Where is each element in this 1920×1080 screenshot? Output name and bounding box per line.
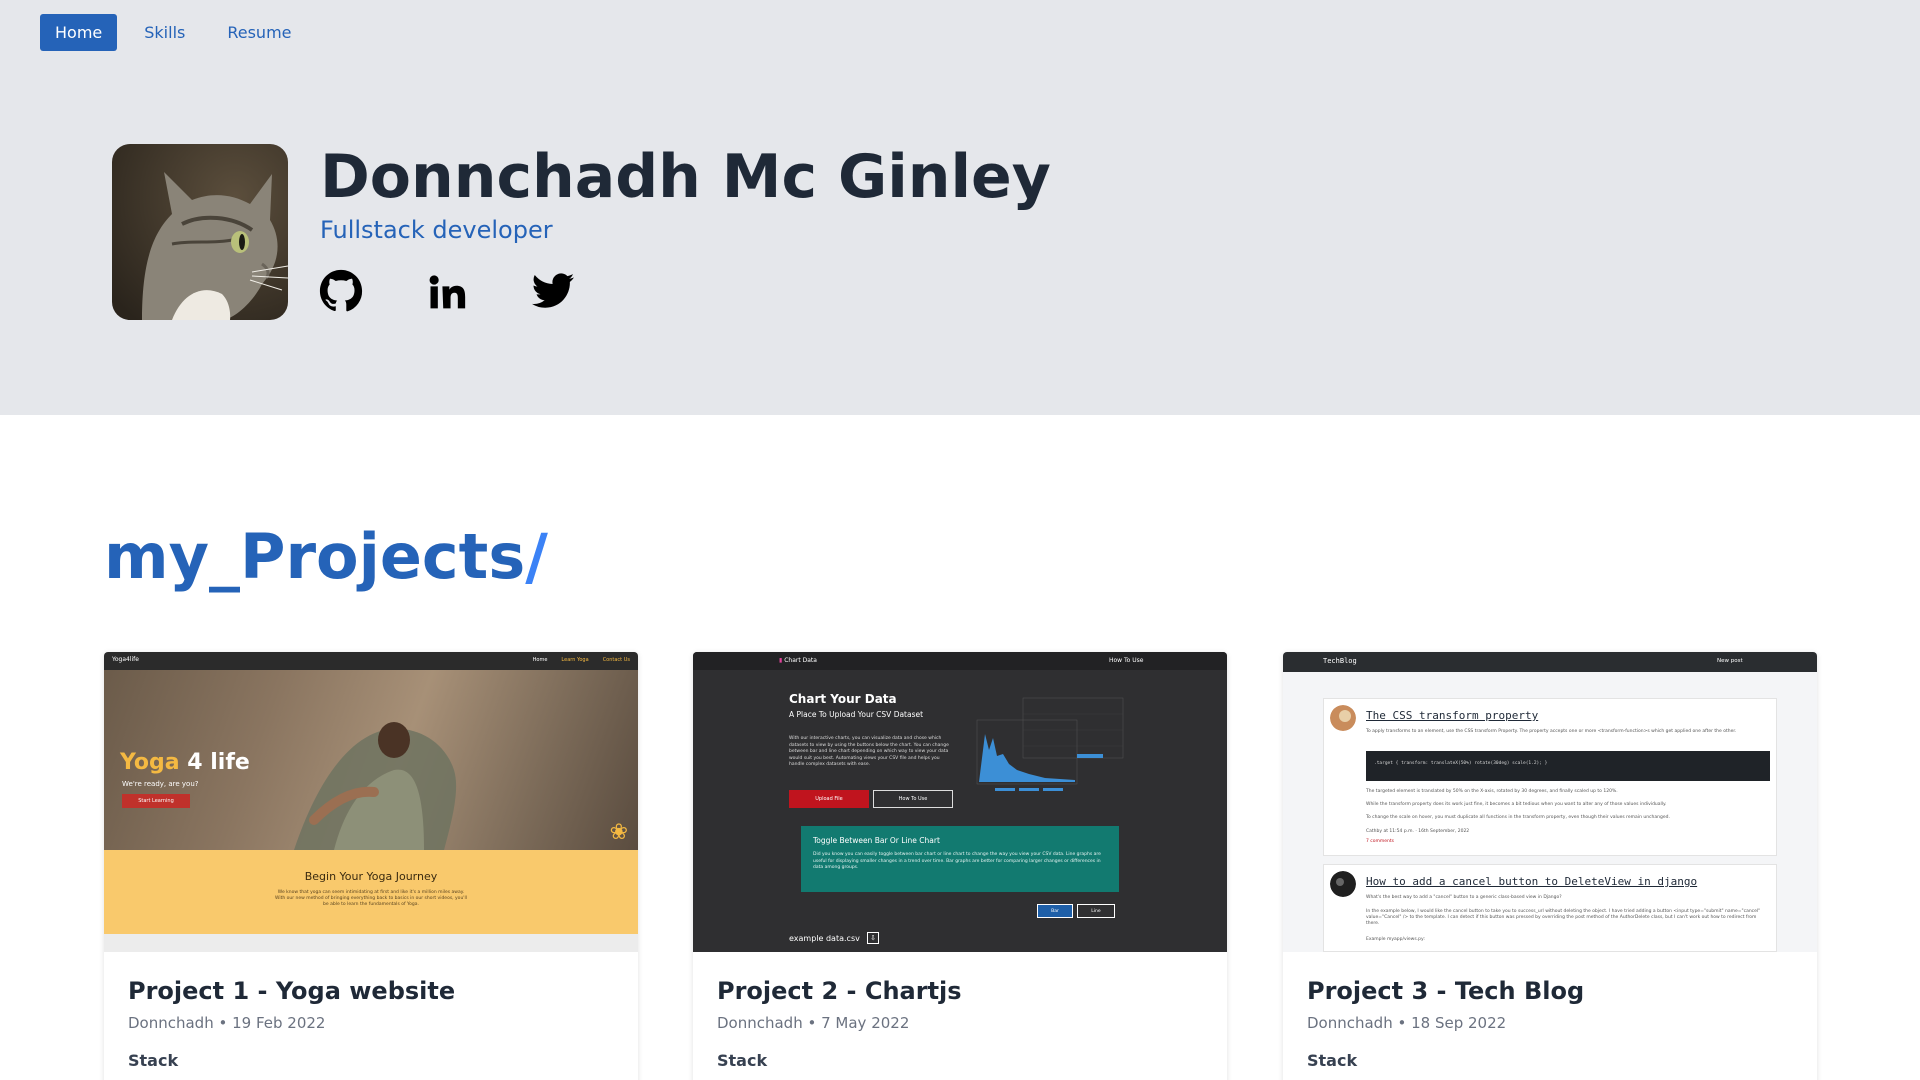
avatar (112, 144, 288, 320)
top-nav: Home Skills Resume (40, 14, 319, 51)
preview-post-comments: 7 comments (1366, 839, 1395, 844)
project-title[interactable]: Project 2 - Chartjs (717, 977, 962, 1005)
download-icon: ⇩ (867, 932, 879, 944)
preview-link: Home (532, 657, 548, 663)
project-title[interactable]: Project 3 - Tech Blog (1307, 977, 1584, 1005)
project-meta: Donnchadh • 18 Sep 2022 (1307, 1014, 1507, 1032)
preview-background (693, 652, 1227, 952)
preview-post-text: To change the scale on hover, you must d… (1366, 815, 1670, 820)
preview-example-file: example data.csv (789, 934, 860, 943)
project-meta: Donnchadh • 7 May 2022 (717, 1014, 910, 1032)
preview-yellow-section: Begin Your Yoga Journey We know that yog… (104, 850, 638, 934)
github-icon (319, 269, 363, 312)
preview-logo-text: Chart Data (784, 657, 817, 664)
preview-panel-text: Did you know you can easily toggle betwe… (813, 852, 1101, 870)
preview-post-text: In the example below, I would like the c… (1366, 909, 1761, 926)
project-thumbnail[interactable]: Yoga4life Home Learn Yoga Contact Us Yog… (104, 652, 638, 952)
preview-section-title: Begin Your Yoga Journey (304, 870, 438, 883)
projects-heading: my_Projects/ (104, 520, 548, 593)
twitter-icon (531, 273, 575, 308)
preview-subheading: We're ready, are you? (122, 780, 199, 788)
preview-navbar: ▮ Chart Data How To Use (693, 652, 1227, 670)
preview-logo: ▮ Chart Data (779, 657, 817, 664)
preview-logo: TechBlog (1323, 657, 1357, 665)
project-thumbnail[interactable]: TechBlog New post The CSS transform prop… (1283, 652, 1817, 952)
preview-navbar: Yoga4life Home Learn Yoga Contact Us (104, 652, 638, 670)
lotus-icon: ❀ (609, 820, 628, 845)
preview-code-line: .target { transform: translateX(50%) rot… (1374, 761, 1548, 766)
linkedin-link[interactable] (424, 268, 470, 314)
preview-footer-strip (104, 934, 638, 952)
preview-bar-button: Bar (1037, 904, 1073, 918)
preview-post-text: What's the best way to add a "cancel" bu… (1366, 895, 1562, 900)
preview-post-title: How to add a cancel button to DeleteView… (1366, 875, 1698, 888)
cat-avatar-image (112, 144, 288, 320)
project-card-techblog[interactable]: TechBlog New post The CSS transform prop… (1283, 652, 1817, 1080)
preview-panel-title: Toggle Between Bar Or Line Chart (813, 836, 940, 845)
preview-navbar: TechBlog New post (1283, 652, 1817, 672)
preview-post-text: To apply transforms to an element, use t… (1366, 729, 1737, 734)
preview-paragraph: With our interactive charts, you can vis… (789, 736, 949, 767)
nav-home-link[interactable]: Home (40, 14, 118, 51)
preview-post: The CSS transform property To apply tran… (1323, 698, 1777, 856)
preview-heading-rest: 4 life (179, 750, 250, 775)
preview-info-panel: Toggle Between Bar Or Line Chart Did you… (801, 826, 1119, 892)
linkedin-icon (429, 275, 466, 309)
profile-name: Donnchadh Mc Ginley (320, 142, 1051, 212)
project-thumbnail[interactable]: ▮ Chart Data How To Use Chart Your Data … (693, 652, 1227, 952)
preview-post-title: The CSS transform property (1366, 709, 1539, 722)
preview-code-block: .target { transform: translateX(50%) rot… (1366, 751, 1770, 781)
profile-role: Fullstack developer (320, 216, 553, 244)
user-avatar-image (1330, 871, 1356, 897)
preview-heading: Chart Your Data (789, 692, 897, 706)
projects-heading-slash: / (525, 520, 548, 593)
cat-avatar-image (1330, 705, 1356, 731)
preview-hero-photo: Yoga 4 life We're ready, are you? Start … (104, 670, 638, 850)
preview-post-text: Example myapp/views.py: (1366, 937, 1425, 942)
preview-post-text: The targeted element is translated by 50… (1366, 789, 1618, 794)
project-card-chartjs[interactable]: ▮ Chart Data How To Use Chart Your Data … (693, 652, 1227, 1080)
social-links (318, 268, 636, 314)
preview-upload-button: Upload File (789, 790, 869, 808)
preview-line-button: Line (1077, 904, 1115, 918)
preview-new-post-link: New post (1717, 658, 1743, 664)
preview-post-text: While the transform property does its wo… (1366, 802, 1667, 807)
project-stack-label: Stack (128, 1051, 179, 1070)
preview-nav-links: Home Learn Yoga Contact Us (533, 657, 630, 663)
preview-start-button: Start Learning (122, 794, 190, 808)
preview-heading: Yoga 4 life (120, 750, 250, 775)
bar-chart-icon: ▮ (779, 657, 783, 664)
preview-link: Contact Us (602, 657, 630, 663)
profile-header: Home Skills Resume Donnchadh Mc Ginley F… (0, 0, 1920, 415)
preview-section-text: We know that yoga can seem intimidating … (274, 890, 468, 907)
preview-logo: Yoga4life (112, 656, 139, 663)
preview-subheading: A Place To Upload Your CSV Dataset (789, 710, 924, 719)
github-link[interactable] (318, 268, 364, 314)
project-stack-label: Stack (717, 1051, 768, 1070)
preview-howto-button: How To Use (873, 790, 953, 808)
twitter-link[interactable] (530, 268, 576, 314)
projects-heading-text: my_Projects (104, 520, 526, 593)
yoga-figure-illustration (294, 722, 457, 850)
project-meta: Donnchadh • 19 Feb 2022 (128, 1014, 326, 1032)
preview-link: Learn Yoga (561, 657, 589, 663)
preview-chart-graphic (976, 697, 1124, 791)
nav-resume-link[interactable]: Resume (212, 14, 306, 51)
project-title[interactable]: Project 1 - Yoga website (128, 977, 455, 1005)
preview-nav-link: How To Use (1109, 657, 1144, 664)
preview-heading-highlight: Yoga (120, 750, 180, 775)
preview-post-meta: Cathby at 11:54 p.m. · 16th September, 2… (1366, 829, 1470, 834)
project-stack-label: Stack (1307, 1051, 1358, 1070)
preview-post: How to add a cancel button to DeleteView… (1323, 864, 1777, 952)
nav-skills-link[interactable]: Skills (129, 14, 200, 51)
project-card-yoga[interactable]: Yoga4life Home Learn Yoga Contact Us Yog… (104, 652, 638, 1080)
